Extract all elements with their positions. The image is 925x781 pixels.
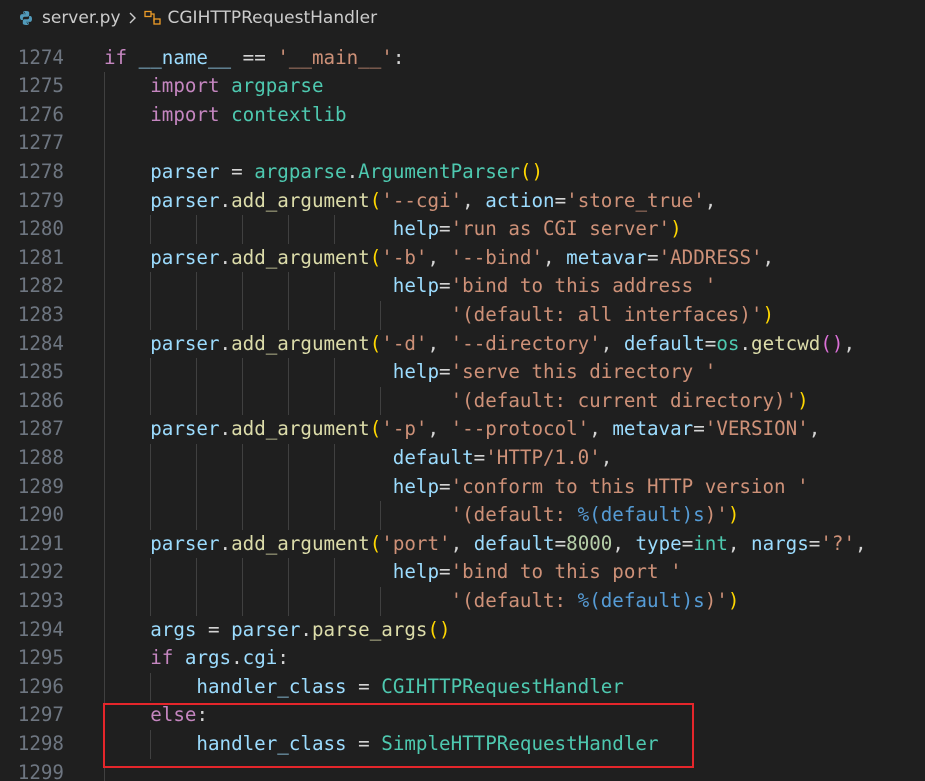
code-line[interactable]: 1277 xyxy=(0,129,925,158)
indent-guide xyxy=(104,129,105,158)
line-number: 1299 xyxy=(17,760,64,781)
python-icon xyxy=(18,10,34,26)
code-line[interactable]: 1291 parser.add_argument('port', default… xyxy=(0,529,925,559)
code-line[interactable]: 1297 else: xyxy=(0,701,925,730)
code-text: '(default: %(default)s)') xyxy=(450,589,740,612)
code-text: help='conform to this HTTP version ' xyxy=(392,474,809,498)
line-number: 1275 xyxy=(17,74,64,98)
code-line[interactable]: 1287 parser.add_argument('-p', '--protoc… xyxy=(0,415,925,444)
code-editor[interactable]: 12731274if __name__ == '__main__':1275 i… xyxy=(0,30,925,781)
code-text: help='bind to this port ' xyxy=(392,560,682,584)
code-line[interactable]: 1275 import argparse xyxy=(0,72,925,101)
line-number: 1292 xyxy=(17,560,64,584)
code-text: default='HTTP/1.0', xyxy=(392,446,613,469)
code-line[interactable]: 1280 help='run as CGI server') xyxy=(0,215,925,244)
line-number: 1296 xyxy=(17,674,64,698)
breadcrumb-file-label: server.py xyxy=(42,8,121,28)
code-line[interactable]: 1299 xyxy=(0,758,925,781)
line-number: 1277 xyxy=(17,131,64,155)
line-number: 1280 xyxy=(17,217,64,241)
breadcrumb: server.py CGIHTTPRequestHandler xyxy=(0,0,925,36)
indent-guide xyxy=(104,758,105,781)
line-number: 1283 xyxy=(17,303,64,326)
code-text: if __name__ == '__main__': xyxy=(104,45,405,69)
code-text: '(default: all interfaces)') xyxy=(450,303,775,326)
line-number: 1282 xyxy=(17,274,64,298)
code-line[interactable]: 1295 if args.cgi: xyxy=(0,644,925,673)
line-number: 1294 xyxy=(17,617,64,641)
code-line[interactable]: 1286 '(default: current directory)') xyxy=(0,386,925,416)
code-line[interactable]: 1276 import contextlib xyxy=(0,100,925,130)
code-text: '(default: %(default)s)') xyxy=(450,503,740,527)
code-text: parser.add_argument('-b', '--bind', meta… xyxy=(150,245,775,269)
code-line[interactable]: 1289 help='conform to this HTTP version … xyxy=(0,472,925,502)
code-line[interactable]: 1283 '(default: all interfaces)') xyxy=(0,301,925,330)
code-text: handler_class = SimpleHTTPRequestHandler xyxy=(196,732,659,755)
code-line[interactable]: 1293 '(default: %(default)s)') xyxy=(0,587,925,616)
code-line[interactable]: 1285 help='serve this directory ' xyxy=(0,358,925,387)
code-text: parser = argparse.ArgumentParser() xyxy=(150,160,544,183)
class-symbol-icon xyxy=(143,10,162,26)
code-text: help='serve this directory ' xyxy=(392,360,717,384)
code-line[interactable]: 1284 parser.add_argument('-d', '--direct… xyxy=(0,329,925,359)
line-number: 1290 xyxy=(17,503,64,527)
line-number: 1297 xyxy=(17,703,64,727)
line-number: 1295 xyxy=(17,646,64,670)
editor-window: server.py CGIHTTPRequestHandler 12731274… xyxy=(0,0,925,781)
line-number: 1278 xyxy=(17,160,64,183)
code-text: parser.add_argument('--cgi', action='sto… xyxy=(150,188,717,212)
code-line[interactable]: 1296 handler_class = CGIHTTPRequestHandl… xyxy=(0,672,925,702)
line-number: 1293 xyxy=(17,589,64,612)
code-line[interactable]: 1279 parser.add_argument('--cgi', action… xyxy=(0,186,925,216)
code-text: else: xyxy=(150,703,208,727)
chevron-right-icon xyxy=(128,11,138,25)
code-line[interactable]: 1274 if __name__ == '__main__': xyxy=(0,44,925,73)
code-line[interactable]: 1288 default='HTTP/1.0', xyxy=(0,444,925,473)
code-line[interactable]: 1298 handler_class = SimpleHTTPRequestHa… xyxy=(0,730,925,759)
line-number: 1281 xyxy=(17,245,64,269)
code-line[interactable]: 1294 args = parser.parse_args() xyxy=(0,615,925,645)
code-text: help='run as CGI server') xyxy=(392,217,682,241)
line-number: 1289 xyxy=(17,474,64,498)
code-line[interactable]: 1281 parser.add_argument('-b', '--bind',… xyxy=(0,243,925,273)
code-text: import argparse xyxy=(150,74,324,98)
breadcrumb-symbol-label: CGIHTTPRequestHandler xyxy=(167,8,378,28)
line-number: 1286 xyxy=(17,388,64,412)
code-text: import contextlib xyxy=(150,102,347,126)
breadcrumb-file[interactable]: server.py xyxy=(18,8,121,28)
code-text: args = parser.parse_args() xyxy=(150,617,451,641)
line-number: 1285 xyxy=(17,360,64,384)
line-number: 1291 xyxy=(17,531,64,555)
line-number: 1276 xyxy=(17,102,64,126)
code-line[interactable]: 1290 '(default: %(default)s)') xyxy=(0,501,925,530)
code-line[interactable]: 1282 help='bind to this address ' xyxy=(0,272,925,301)
code-line[interactable]: 1292 help='bind to this port ' xyxy=(0,558,925,587)
code-text: parser.add_argument('-p', '--protocol', … xyxy=(150,417,821,441)
line-number: 1287 xyxy=(17,417,64,441)
line-number: 1288 xyxy=(17,446,64,469)
code-line[interactable]: 1278 parser = argparse.ArgumentParser() xyxy=(0,158,925,187)
line-number: 1279 xyxy=(17,188,64,212)
line-number: 1284 xyxy=(17,331,64,355)
line-number: 1298 xyxy=(17,732,64,755)
code-text: if args.cgi: xyxy=(150,646,289,670)
code-text: parser.add_argument('-d', '--directory',… xyxy=(150,331,855,355)
breadcrumb-symbol[interactable]: CGIHTTPRequestHandler xyxy=(143,8,378,28)
code-text: '(default: current directory)') xyxy=(450,388,809,412)
line-number: 1274 xyxy=(17,45,64,69)
code-text: help='bind to this address ' xyxy=(392,274,717,298)
code-text: parser.add_argument('port', default=8000… xyxy=(150,531,867,555)
code-text: handler_class = CGIHTTPRequestHandler xyxy=(196,674,624,698)
